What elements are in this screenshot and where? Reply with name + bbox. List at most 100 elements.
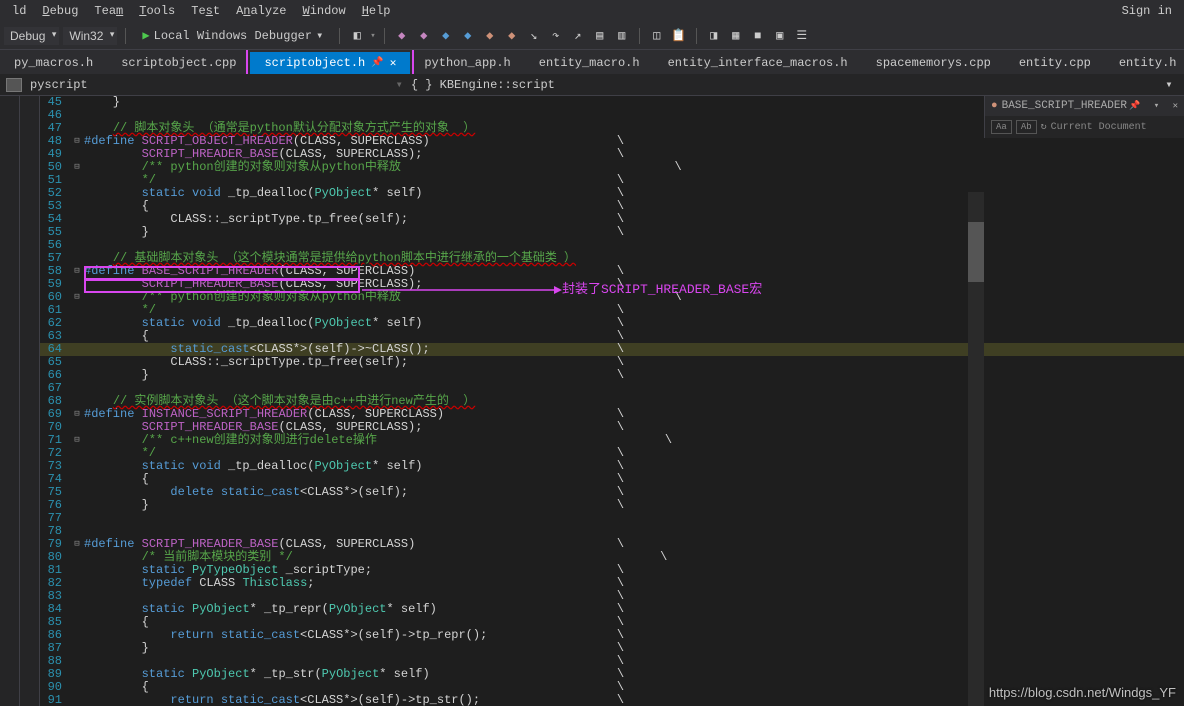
panel-header: ● BASE_SCRIPT_HREADER 📌 ▾ ✕ bbox=[985, 96, 1184, 116]
code-content: } \ bbox=[84, 226, 1184, 239]
close-icon[interactable]: ✕ bbox=[390, 56, 397, 70]
fold-toggle[interactable]: ⊟ bbox=[70, 291, 84, 304]
split-window-icon[interactable]: ▾ bbox=[1160, 76, 1178, 94]
code-line[interactable]: 76 } \ bbox=[40, 499, 1184, 512]
toolbar-icon[interactable]: ◆ bbox=[503, 27, 521, 45]
toolbar-icon[interactable]: 📋 bbox=[670, 27, 688, 45]
document-tab[interactable]: entity.cpp bbox=[1005, 52, 1105, 74]
code-editor[interactable]: 45 }4647 // 脚本对象头 （通常是python默认分配对象方式产生的对… bbox=[40, 96, 1184, 706]
separator bbox=[384, 28, 385, 44]
filter-scope-dropdown[interactable]: Current Document bbox=[1051, 122, 1147, 133]
document-tabs: py_macros.hscriptobject.cppscriptobject.… bbox=[0, 50, 1184, 74]
code-line[interactable]: 55 } \ bbox=[40, 226, 1184, 239]
toolbar-icon[interactable]: ◨ bbox=[705, 27, 723, 45]
fold-toggle bbox=[70, 577, 84, 590]
fold-toggle bbox=[70, 213, 84, 226]
code-line[interactable]: 77 bbox=[40, 512, 1184, 525]
step-over-icon[interactable]: ↷ bbox=[547, 27, 565, 45]
fold-toggle bbox=[70, 239, 84, 252]
dropdown-icon[interactable]: ▾ bbox=[1154, 101, 1159, 111]
toolbar-icon[interactable]: ◆ bbox=[415, 27, 433, 45]
menu-window[interactable]: Window bbox=[294, 4, 353, 18]
editor-area: 45 }4647 // 脚本对象头 （通常是python默认分配对象方式产生的对… bbox=[0, 96, 1184, 706]
fold-toggle bbox=[70, 694, 84, 706]
toolbar-icon[interactable]: ◆ bbox=[437, 27, 455, 45]
fold-toggle[interactable]: ⊟ bbox=[70, 434, 84, 447]
close-icon[interactable]: ✕ bbox=[1173, 101, 1178, 111]
refresh-icon[interactable]: ↻ bbox=[1041, 121, 1047, 133]
collapsed-tool-window[interactable] bbox=[20, 96, 40, 706]
code-content bbox=[84, 512, 1184, 525]
config-dropdown[interactable]: Debug bbox=[4, 27, 59, 45]
code-content: } \ bbox=[84, 499, 1184, 512]
pin-icon[interactable]: 📌 bbox=[1129, 101, 1140, 111]
fold-toggle bbox=[70, 421, 84, 434]
fold-toggle bbox=[70, 343, 84, 356]
panel-title: BASE_SCRIPT_HREADER bbox=[1002, 100, 1127, 112]
menu-build[interactable]: ld bbox=[4, 4, 34, 18]
document-tab[interactable]: entity.h bbox=[1105, 52, 1184, 74]
menu-analyze[interactable]: Analyze bbox=[228, 4, 294, 18]
document-tab[interactable]: entity_interface_macros.h bbox=[654, 52, 862, 74]
document-tab[interactable]: spacememorys.cpp bbox=[862, 52, 1005, 74]
match-case-button[interactable]: Aa bbox=[991, 120, 1012, 134]
platform-dropdown[interactable]: Win32 bbox=[63, 27, 117, 45]
toolbar-icon[interactable]: ☰ bbox=[793, 27, 811, 45]
document-tab[interactable]: scriptobject.h 📌 ✕ bbox=[250, 52, 410, 74]
menu-debug[interactable]: Debug bbox=[34, 4, 86, 18]
pin-icon[interactable]: 📌 bbox=[371, 57, 383, 69]
fold-toggle[interactable]: ⊟ bbox=[70, 408, 84, 421]
fold-toggle bbox=[70, 473, 84, 486]
toolbar-icon[interactable]: ▥ bbox=[613, 27, 631, 45]
match-word-button[interactable]: Ab bbox=[1016, 120, 1037, 134]
fold-toggle[interactable]: ⊟ bbox=[70, 538, 84, 551]
collapsed-tool-window[interactable] bbox=[0, 96, 20, 706]
annotation-text: 封装了SCRIPT_HREADER_BASE宏 bbox=[562, 278, 762, 297]
scrollbar-thumb[interactable] bbox=[968, 222, 984, 282]
vertical-scrollbar[interactable] bbox=[968, 192, 984, 706]
split-chevron-icon: ▾ bbox=[396, 77, 403, 92]
project-scope-dropdown[interactable]: pyscript bbox=[26, 76, 92, 94]
toolbar-icon[interactable]: ◧ bbox=[348, 27, 366, 45]
toolbar-icon[interactable]: ◫ bbox=[648, 27, 666, 45]
fold-toggle bbox=[70, 330, 84, 343]
fold-toggle bbox=[70, 226, 84, 239]
fold-toggle bbox=[70, 590, 84, 603]
sign-in-link[interactable]: Sign in bbox=[1114, 4, 1180, 18]
step-out-icon[interactable]: ↗ bbox=[569, 27, 587, 45]
document-tab[interactable]: entity_macro.h bbox=[525, 52, 654, 74]
fold-toggle[interactable]: ⊟ bbox=[70, 135, 84, 148]
fold-toggle[interactable]: ⊟ bbox=[70, 265, 84, 278]
fold-toggle bbox=[70, 642, 84, 655]
separator bbox=[696, 28, 697, 44]
fold-toggle[interactable]: ⊟ bbox=[70, 161, 84, 174]
document-tab[interactable]: python_app.h bbox=[410, 52, 524, 74]
fold-toggle bbox=[70, 369, 84, 382]
toolbar-icon[interactable]: ◆ bbox=[393, 27, 411, 45]
toolbar-icon[interactable]: ◆ bbox=[481, 27, 499, 45]
fold-toggle bbox=[70, 252, 84, 265]
play-icon: ▶ bbox=[142, 28, 149, 43]
toolbar-icon[interactable]: ■ bbox=[749, 27, 767, 45]
toolbar-icon[interactable]: ▤ bbox=[591, 27, 609, 45]
start-debugger-button[interactable]: ▶ Local Windows Debugger ▾ bbox=[134, 26, 331, 45]
scope-icon[interactable] bbox=[6, 78, 22, 92]
fold-toggle bbox=[70, 356, 84, 369]
fold-toggle bbox=[70, 603, 84, 616]
menu-test[interactable]: Test bbox=[183, 4, 228, 18]
menu-help[interactable]: Help bbox=[354, 4, 399, 18]
menu-tools[interactable]: Tools bbox=[131, 4, 183, 18]
namespace-scope-dropdown[interactable]: { } KBEngine::script bbox=[407, 76, 559, 94]
fold-toggle bbox=[70, 304, 84, 317]
step-into-icon[interactable]: ↘ bbox=[525, 27, 543, 45]
code-line[interactable]: 66 } \ bbox=[40, 369, 1184, 382]
menu-team[interactable]: Team bbox=[86, 4, 131, 18]
toolbar-icon[interactable]: ▣ bbox=[771, 27, 789, 45]
toolbar-icon[interactable]: ▦ bbox=[727, 27, 745, 45]
document-tab[interactable]: py_macros.h bbox=[0, 52, 107, 74]
toolbar-icon[interactable]: ◆ bbox=[459, 27, 477, 45]
line-number: 91 bbox=[40, 694, 70, 706]
document-tab[interactable]: scriptobject.cpp bbox=[107, 52, 250, 74]
toolbar-dropdown-icon[interactable]: ▾ bbox=[370, 31, 375, 41]
fold-toggle bbox=[70, 460, 84, 473]
